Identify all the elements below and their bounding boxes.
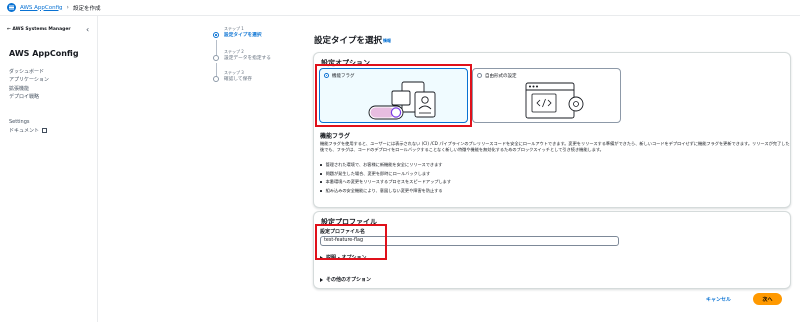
next-button[interactable]: 次へ (753, 293, 782, 305)
sidebar-item-applications[interactable]: アプリケーション (9, 76, 49, 84)
other-options-label: その他のオプション (326, 277, 372, 283)
breadcrumb-appconfig-link[interactable]: AWS AppConfig (20, 5, 63, 11)
sidebar-item-dashboard[interactable]: ダッシュボード (9, 68, 49, 76)
step-name: 確認して保存 (224, 77, 252, 82)
chevron-right-icon: › (66, 4, 69, 11)
other-options-expander[interactable]: その他のオプション (320, 276, 371, 283)
sidebar-parent-link[interactable]: ← AWS Systems Manager (7, 27, 71, 32)
step-name: 設定データを指定する (224, 56, 271, 61)
close-sidebar-icon[interactable]: ‹ (86, 25, 89, 34)
sidebar-item-settings[interactable]: Settings (9, 118, 47, 127)
page-title: 設定タイプを選択 (314, 36, 383, 46)
highlight-box (315, 64, 472, 127)
sidebar-nav: ダッシュボード アプリケーション 拡張機能 デプロイ戦略 (9, 68, 49, 101)
freeform-config-tile[interactable]: 自由形式の設定 (472, 68, 621, 123)
sidebar-item-extensions[interactable]: 拡張機能 (9, 85, 49, 93)
list-item: 組み込みの安全機能により、意図しない変更や障害を防止する (320, 187, 451, 196)
step-name: 設定タイプを選択 (224, 33, 262, 38)
list-item: 本番環境への変更をリリースするプロセスをスピードアップします (320, 178, 451, 187)
external-link-icon (42, 128, 48, 134)
step-pending-icon (213, 76, 219, 82)
top-navigation-bar: AWS AppConfig › 設定を作成 (0, 0, 800, 16)
sidebar-item-deployment-strategies[interactable]: デプロイ戦略 (9, 93, 49, 101)
menu-icon[interactable] (7, 3, 16, 12)
freeform-label: 自由形式の設定 (485, 73, 517, 79)
feature-flag-description: 機能フラグを使用すると、ユーザーには表示されない (CI) /CD パイプライン… (320, 141, 790, 152)
freeform-radio[interactable] (477, 73, 482, 78)
cancel-button[interactable]: キャンセル (706, 296, 731, 303)
sidebar-title: AWS AppConfig (9, 49, 79, 58)
caret-right-icon (320, 277, 323, 282)
list-item: 管理された環境で、お客様に新機能を安全にリリースできます (320, 161, 451, 170)
highlight-box (315, 224, 387, 260)
step-pending-icon (213, 55, 219, 61)
sidebar: ← AWS Systems Manager ‹ AWS AppConfig ダッ… (0, 16, 98, 322)
step-active-icon (213, 32, 219, 38)
info-link[interactable]: 情報 (383, 38, 391, 44)
code-editor-illustration-icon (525, 82, 584, 119)
sidebar-item-documentation[interactable]: ドキュメント (9, 127, 48, 136)
list-item: 問題が発生した場合、変更を即時にロールバックします (320, 170, 451, 179)
feature-flag-benefits: 管理された環境で、お客様に新機能を安全にリリースできます 問題が発生した場合、変… (320, 161, 451, 195)
breadcrumb-current: 設定を作成 (72, 5, 101, 12)
feature-flag-heading: 機能フラグ (320, 133, 351, 140)
sidebar-nav-secondary: Settings ドキュメント (9, 118, 48, 136)
